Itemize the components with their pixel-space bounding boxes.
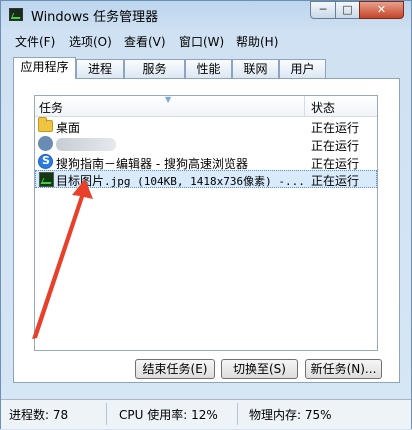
tab-performance[interactable]: 性能 bbox=[185, 59, 232, 78]
app-icon bbox=[38, 136, 53, 151]
task-row-sogou[interactable]: 搜狗指南－编辑器 - 搜狗高速浏览器 正在运行 bbox=[35, 153, 377, 171]
task-row-blurred[interactable]: 正在运行 bbox=[35, 135, 377, 153]
close-button[interactable]: ✕ bbox=[359, 1, 404, 19]
task-name-cn: 目标图片 bbox=[56, 174, 105, 188]
status-divider bbox=[237, 403, 238, 425]
menu-options[interactable]: 选项(O) bbox=[69, 33, 112, 50]
task-row-desktop[interactable]: 桌面 正在运行 bbox=[35, 117, 377, 135]
end-task-button[interactable]: 结束任务(E) bbox=[135, 359, 215, 379]
status-bar: 进程数: 78 CPU 使用率: 12% 物理内存: 75% bbox=[1, 399, 411, 429]
window-title: Windows 任务管理器 bbox=[31, 10, 159, 25]
tab-services[interactable]: 服务 bbox=[124, 59, 185, 78]
column-header-task[interactable]: 任务 bbox=[39, 99, 63, 116]
status-divider bbox=[106, 403, 107, 425]
switch-to-button[interactable]: 切换至(S) bbox=[221, 359, 298, 379]
menu-view[interactable]: 查看(V) bbox=[124, 33, 166, 50]
task-status: 正在运行 bbox=[311, 139, 360, 153]
tab-users[interactable]: 用户 bbox=[279, 59, 326, 78]
sogou-browser-icon bbox=[38, 154, 53, 169]
process-count: 进程数: 78 bbox=[9, 408, 69, 422]
tab-processes[interactable]: 进程 bbox=[76, 59, 124, 78]
title-bar[interactable]: Windows 任务管理器 ─ □ ✕ bbox=[1, 1, 411, 29]
blurred-task-name bbox=[56, 138, 116, 151]
task-status: 正在运行 bbox=[311, 174, 360, 188]
task-manager-window: Windows 任务管理器 ─ □ ✕ 文件(F) 选项(O) 查看(V) 窗口… bbox=[0, 0, 412, 429]
column-header-status[interactable]: 状态 bbox=[311, 99, 335, 116]
task-list[interactable]: ▼ 任务 状态 桌面 正在运行 正在运行 搜狗指南－编辑器 - 搜狗高速浏览器 … bbox=[34, 95, 378, 351]
physical-memory: 物理内存: 75% bbox=[249, 408, 332, 422]
task-status: 正在运行 bbox=[311, 121, 360, 135]
task-manager-icon bbox=[9, 8, 23, 21]
tab-networking[interactable]: 联网 bbox=[232, 59, 279, 78]
new-task-button[interactable]: 新任务(N)... bbox=[305, 359, 382, 379]
menu-help[interactable]: 帮助(H) bbox=[236, 33, 278, 50]
image-viewer-icon bbox=[39, 172, 54, 187]
menu-bar: 文件(F) 选项(O) 查看(V) 窗口(W) 帮助(H) bbox=[3, 31, 409, 51]
tab-applications[interactable]: 应用程序 bbox=[13, 57, 76, 79]
minimize-button[interactable]: ─ bbox=[310, 1, 336, 19]
list-header: ▼ 任务 状态 bbox=[35, 95, 377, 117]
folder-icon bbox=[38, 117, 53, 132]
menu-file[interactable]: 文件(F) bbox=[15, 33, 55, 50]
task-name: 桌面 bbox=[56, 121, 81, 135]
task-row-target-image[interactable]: 目标图片.jpg (104KB, 1418x736像素) -... 正在运行 bbox=[35, 170, 377, 188]
sort-indicator-icon: ▼ bbox=[165, 95, 172, 104]
menu-window[interactable]: 窗口(W) bbox=[179, 33, 224, 50]
column-divider[interactable] bbox=[304, 96, 305, 116]
maximize-button[interactable]: □ bbox=[335, 1, 360, 19]
task-name-rest: .jpg (104KB, 1418x736像素) -... bbox=[104, 175, 305, 188]
cpu-usage: CPU 使用率: 12% bbox=[119, 408, 218, 422]
task-name: 目标图片.jpg (104KB, 1418x736像素) -... bbox=[56, 172, 305, 189]
